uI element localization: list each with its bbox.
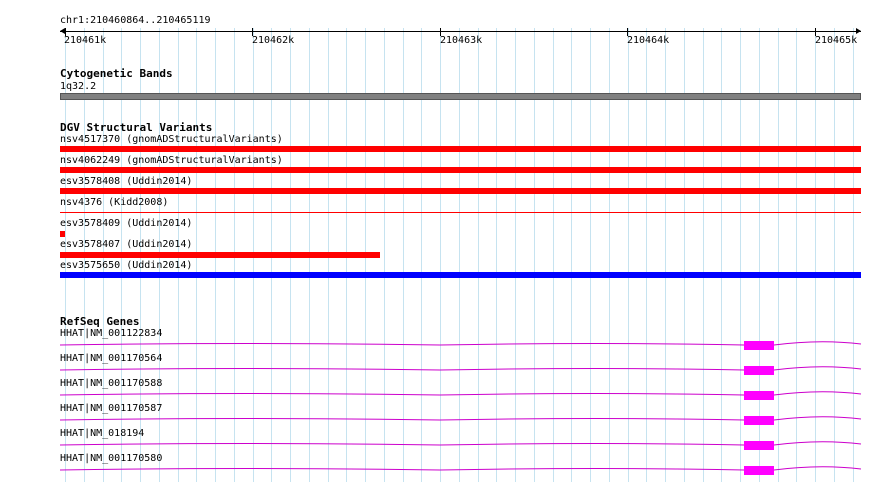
transcript-intron-line[interactable] [59,441,862,446]
transcript-intron-line[interactable] [59,466,862,471]
gene-exon[interactable] [744,366,774,375]
gene-exon[interactable] [744,341,774,350]
gene-exon[interactable] [744,416,774,425]
gene-label[interactable]: HHAT|NM_001170587 [60,403,162,414]
genome-browser-canvas[interactable]: chr1:210460864..210465119 210461k 210462… [0,0,890,482]
gene-label[interactable]: HHAT|NM_018194 [60,428,144,439]
gene-exon[interactable] [744,391,774,400]
gene-label[interactable]: HHAT|NM_001170580 [60,453,162,464]
gene-label[interactable]: HHAT|NM_001170564 [60,353,162,364]
gene-label[interactable]: HHAT|NM_001170588 [60,378,162,389]
transcript-intron-line[interactable] [59,416,862,421]
gene-exon[interactable] [744,441,774,450]
transcript-intron-line[interactable] [59,341,862,346]
gene-label[interactable]: HHAT|NM_001122834 [60,328,162,339]
transcript-intron-line[interactable] [59,366,862,371]
gene-exon[interactable] [744,466,774,475]
transcript-intron-line[interactable] [59,391,862,396]
